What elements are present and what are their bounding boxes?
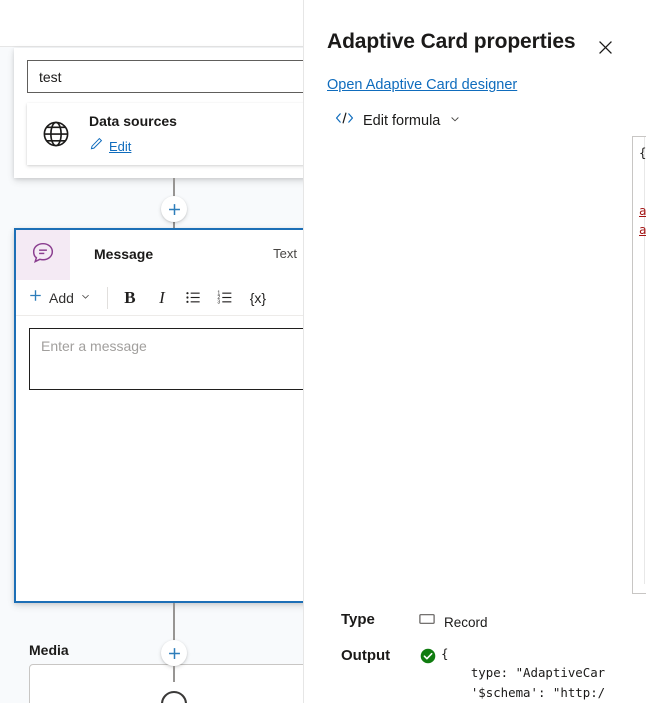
data-sources-edit-link[interactable]: Edit	[109, 139, 131, 154]
message-type-value: Text	[273, 246, 297, 261]
success-check-icon	[420, 648, 436, 669]
adaptive-card-properties-panel: Adaptive Card properties Open Adaptive C…	[303, 0, 646, 703]
add-content-label: Add	[49, 289, 74, 306]
code-line: text: Global.	[639, 375, 646, 394]
message-text-placeholder: Enter a message	[41, 338, 147, 354]
toolbar-divider	[106, 286, 108, 309]
code-line: {	[639, 548, 646, 567]
record-icon	[419, 613, 435, 631]
message-node-title: Message	[94, 246, 154, 262]
code-line: type: "AdaptiveCard",	[639, 162, 646, 181]
flow-canvas[interactable]: test Data sources Edit Message Text Add …	[0, 0, 303, 703]
page-title: Adaptive Card properties	[327, 30, 576, 53]
connector-line-2	[173, 603, 175, 643]
code-line: type: "Container",	[639, 510, 646, 529]
open-adaptive-card-designer-link[interactable]: Open Adaptive Card designer	[327, 77, 517, 93]
output-line: type: "AdaptiveCar	[441, 665, 606, 681]
code-line: ]	[639, 452, 646, 471]
code-line: type: "Container",	[639, 297, 646, 316]
data-sources-label: Data sources	[89, 113, 177, 129]
globe-icon	[41, 119, 71, 154]
message-rich-text-toolbar[interactable]: Add B I 1 2 3 {x}	[16, 280, 303, 316]
plus-icon	[168, 647, 180, 659]
message-type-select[interactable]: Text	[273, 246, 303, 261]
code-line: version: "1.5",	[639, 239, 646, 258]
code-line: '$schema': "http://	[639, 182, 646, 201]
bulleted-list-button[interactable]	[178, 283, 210, 313]
code-icon	[335, 110, 354, 131]
chevron-down-icon	[80, 289, 91, 307]
code-line: adaptive-card.json",	[639, 222, 646, 238]
app-root: test Data sources Edit Message Text Add …	[0, 0, 646, 703]
plus-icon	[168, 203, 180, 215]
canvas-top-strip	[0, 0, 303, 47]
add-content-button[interactable]: Add	[16, 288, 101, 308]
code-line: body: [	[639, 259, 646, 278]
type-row: Type Record	[304, 608, 646, 636]
code-line: items: [	[639, 317, 646, 336]
code-line: },	[639, 471, 646, 490]
code-line: adaptivecards.io/schemas/	[639, 202, 646, 218]
add-node-button-1[interactable]	[161, 196, 187, 222]
output-value-text: { type: "AdaptiveCar '$schema': "http:/	[441, 644, 641, 702]
svg-text:3: 3	[218, 300, 221, 306]
message-node[interactable]: Message Text Add B I 1 2 3 {x} Enter a m…	[14, 228, 303, 703]
pencil-icon	[89, 136, 104, 156]
code-line: items: [	[639, 529, 646, 548]
type-value-wrap: Record	[419, 613, 488, 631]
data-sources-card[interactable]: Data sources Edit	[27, 103, 303, 165]
code-line: {	[639, 278, 646, 297]
add-node-button-2[interactable]	[161, 640, 187, 666]
code-line: {	[639, 490, 646, 509]
numbered-list-button[interactable]: 1 2 3	[210, 283, 242, 313]
code-line: VarStoreAnswer,	[639, 394, 646, 413]
editor-horizontal-scrollbar[interactable]	[633, 584, 646, 593]
code-line: type: "TextBlock",	[639, 355, 646, 374]
output-line: '$schema': "http:/	[441, 684, 606, 700]
code-line: }	[639, 432, 646, 451]
message-node-header: Message Text	[16, 230, 303, 280]
trigger-node[interactable]: test Data sources Edit	[14, 48, 303, 178]
code-line: {	[639, 145, 646, 160]
code-line: {	[639, 336, 646, 355]
message-bubble-icon	[30, 240, 56, 271]
output-label: Output	[341, 647, 391, 664]
panel-header: Adaptive Card properties	[304, 10, 646, 60]
type-label: Type	[341, 611, 375, 628]
formula-code-text[interactable]: { type: "AdaptiveCard", '$schema': "http…	[633, 137, 646, 593]
variable-button[interactable]: {x}	[242, 283, 274, 313]
message-node-icon-tile	[16, 230, 70, 280]
close-icon[interactable]	[591, 33, 619, 61]
plus-icon	[28, 288, 43, 308]
formula-code-editor[interactable]: { type: "AdaptiveCard", '$schema': "http…	[632, 136, 646, 594]
media-label: Media	[29, 642, 69, 658]
end-node-arc	[161, 690, 187, 703]
edit-formula-toggle[interactable]: Edit formula	[335, 110, 461, 131]
chevron-down-icon	[449, 112, 461, 130]
code-line: wrap: true	[639, 413, 646, 432]
bold-button[interactable]: B	[114, 283, 146, 313]
data-sources-edit-row[interactable]: Edit	[89, 136, 131, 156]
type-value: Record	[444, 614, 488, 630]
output-line: {	[441, 646, 449, 661]
trigger-title-input[interactable]: test	[27, 60, 303, 93]
edit-formula-label: Edit formula	[363, 112, 441, 129]
italic-button[interactable]: I	[146, 283, 178, 313]
trigger-title-value: test	[39, 69, 62, 85]
message-text-input[interactable]: Enter a message	[29, 328, 303, 390]
